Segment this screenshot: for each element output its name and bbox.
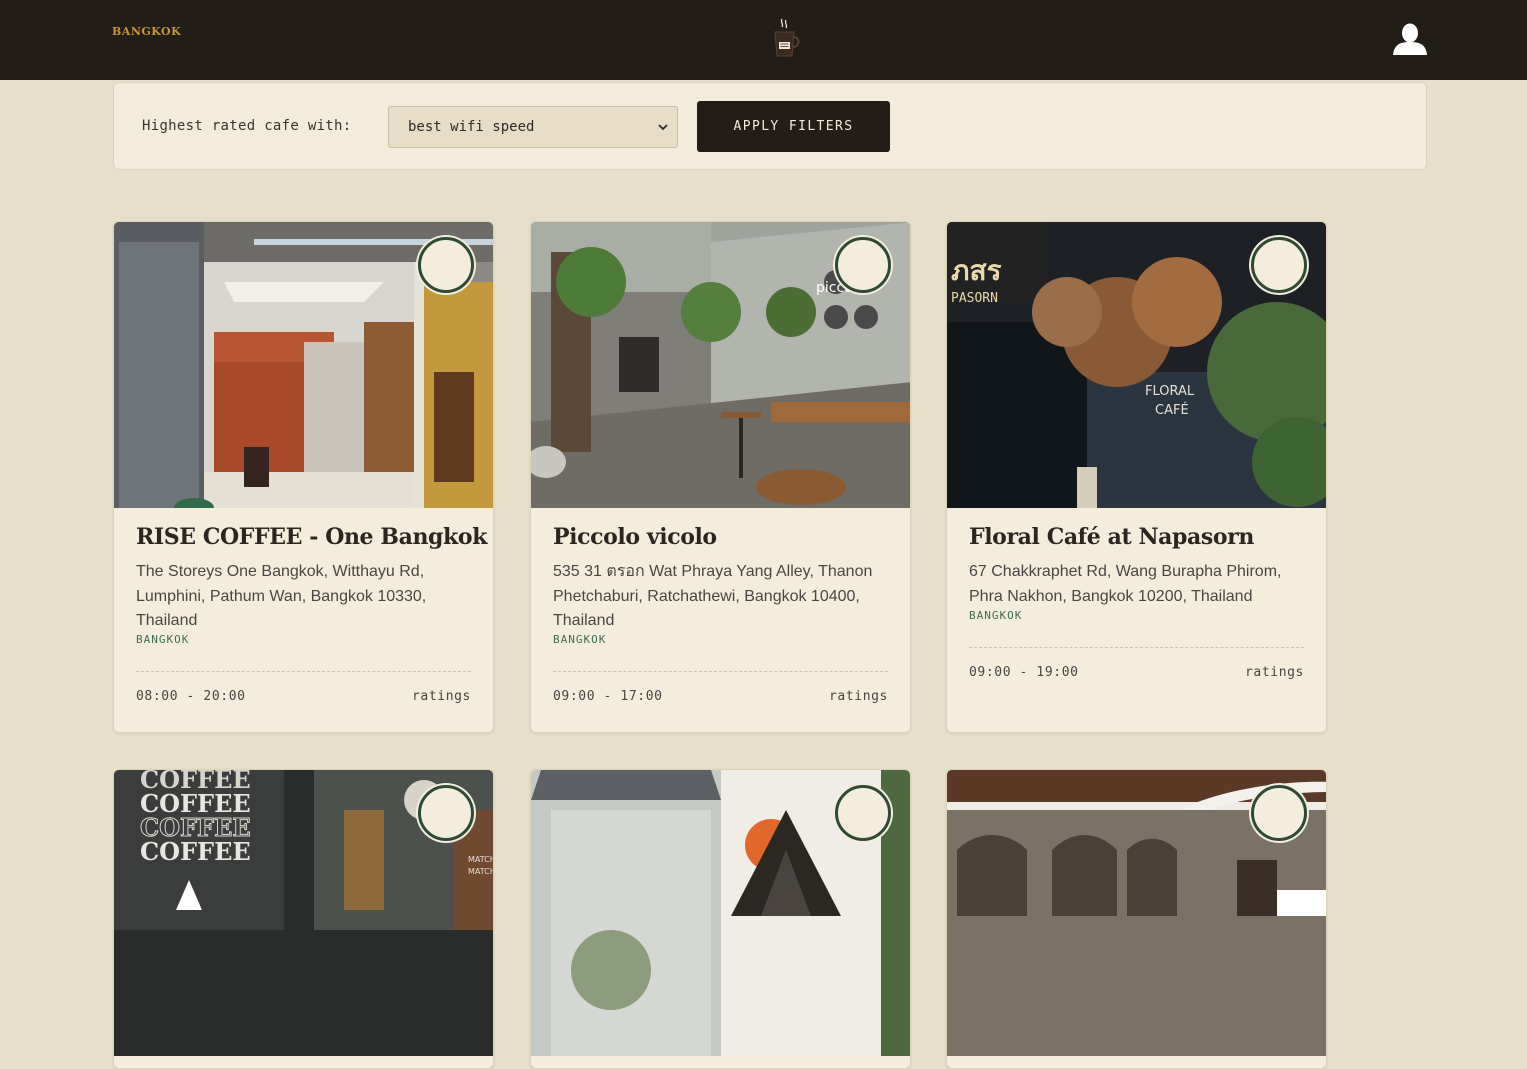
cafe-window-text: COFFEE [140,837,251,866]
favorite-badge-icon[interactable] [1251,785,1307,841]
cafe-city: BANGKOK [553,633,607,646]
filter-select-value: best wifi speed [408,119,535,135]
cafe-address: The Storeys One Bangkok, Witthayu Rd, Lu… [136,563,427,629]
favorite-badge-icon[interactable] [418,785,474,841]
favorite-badge-icon[interactable] [418,237,474,293]
cafe-card[interactable]: COFFEE COFFEE COFFEE COFFEE MATCHA MATCH… [113,769,494,1069]
cafe-hours: 09:00 - 19:00 [969,665,1079,680]
favorite-badge-icon[interactable] [835,785,891,841]
top-navigation-bar: BANGKOK [0,0,1527,80]
cafe-city: BANGKOK [136,633,190,646]
cafe-sign-thai: ภสร [951,254,1002,287]
cafe-card[interactable] [946,769,1327,1069]
apply-filters-button[interactable]: APPLY FILTERS [697,101,890,152]
cafe-address: 535 31 ตรอก Wat Phraya Yang Alley, Thano… [553,563,873,629]
cafe-ratings-link[interactable]: ratings [412,689,471,704]
cafe-window-text: FLORAL [1145,384,1195,399]
cafe-card[interactable] [530,769,911,1069]
card-divider [553,671,888,672]
cafe-window-text: MATCHA [468,855,494,864]
cafe-name[interactable]: Floral Café at Napasorn [969,524,1309,550]
filter-label: Highest rated cafe with: [142,118,352,134]
cafe-window-text: CAFÉ [1155,402,1189,418]
cafe-hours: 09:00 - 17:00 [553,689,663,704]
cafe-city: BANGKOK [969,609,1023,622]
favorite-badge-icon[interactable] [835,237,891,293]
cafe-sign-text: PASORN [951,291,998,306]
cafe-ratings-link[interactable]: ratings [829,689,888,704]
favorite-badge-icon[interactable] [1251,237,1307,293]
card-divider [969,647,1304,648]
cafe-card[interactable]: piccolo Piccolo vicolo 535 31 ตรอก Wat P… [530,221,911,733]
cafe-hours: 08:00 - 20:00 [136,689,246,704]
cafe-name[interactable]: RISE COFFEE - One Bangkok [136,524,487,550]
city-link[interactable]: BANGKOK [112,25,181,38]
filter-bar: Highest rated cafe with: best wifi speed… [113,82,1427,170]
user-avatar-icon[interactable] [1391,22,1429,56]
card-divider [136,671,471,672]
cafe-ratings-link[interactable]: ratings [1245,665,1304,680]
coffee-cup-icon[interactable] [770,16,800,62]
chevron-down-icon [658,124,668,131]
cafe-card[interactable]: ภสร PASORN FLORAL CAFÉ Floral Café at Na… [946,221,1327,733]
cafe-name[interactable]: Piccolo vicolo [553,524,893,550]
cafe-window-text: MATCHA [468,867,494,876]
cafe-card[interactable]: RISE COFFEE - One Bangkok The Storeys On… [113,221,494,733]
cafe-address: 67 Chakkraphet Rd, Wang Burapha Phirom, … [969,563,1282,605]
filter-select[interactable]: best wifi speed [388,106,678,148]
